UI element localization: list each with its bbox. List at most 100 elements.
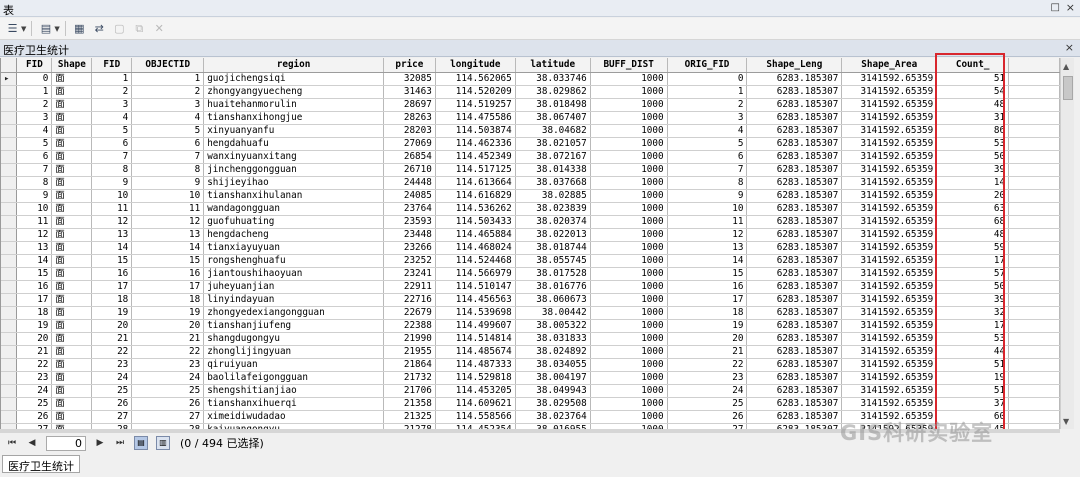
table-cell[interactable]: 3141592.65359 xyxy=(841,371,938,385)
column-header-orig-fid[interactable]: ORIG_FID xyxy=(667,58,748,73)
table-cell[interactable]: 1000 xyxy=(590,358,668,372)
table-cell[interactable]: 3 xyxy=(667,111,748,125)
scroll-down-icon[interactable]: ▼ xyxy=(1063,417,1069,426)
row-selector[interactable] xyxy=(1,306,18,320)
table-cell[interactable]: jinchenggongguan xyxy=(203,163,384,177)
row-selector[interactable] xyxy=(1,228,18,242)
table-cell[interactable]: 1000 xyxy=(590,111,668,125)
table-cell[interactable]: 1 xyxy=(91,72,133,86)
table-cell[interactable]: 12 xyxy=(91,215,133,229)
table-cell[interactable]: shengshitianjiao xyxy=(203,384,384,398)
table-cell[interactable]: 32 xyxy=(936,306,1010,320)
table-cell[interactable]: 51 xyxy=(936,72,1010,86)
table-cell[interactable]: 9 xyxy=(16,189,53,203)
table-cell[interactable]: 20 xyxy=(667,332,748,346)
table-row[interactable]: 12 面 13 13 hengdacheng 23448 114.465884 38.0220… xyxy=(1,228,1060,242)
select-by-attributes-icon[interactable]: ▦ xyxy=(71,20,88,37)
table-cell[interactable]: 3141592.65359 xyxy=(841,215,938,229)
table-cell[interactable]: 2 xyxy=(91,85,133,99)
table-cell[interactable]: 38.055745 xyxy=(515,254,591,268)
table-cell[interactable]: 3141592.65359 xyxy=(841,267,938,281)
table-cell[interactable]: 1000 xyxy=(590,215,668,229)
row-selector[interactable] xyxy=(1,267,18,281)
table-cell[interactable]: 6283.185307 xyxy=(746,280,843,294)
row-selector[interactable] xyxy=(1,85,18,99)
table-cell[interactable]: 面 xyxy=(51,189,93,203)
table-cell[interactable]: zhongyangyuecheng xyxy=(203,85,384,99)
table-cell[interactable]: 38.04682 xyxy=(515,124,591,138)
table-cell[interactable]: 1000 xyxy=(590,72,668,86)
row-selector[interactable] xyxy=(1,280,18,294)
table-cell[interactable]: 8 xyxy=(131,163,205,177)
table-cell[interactable]: 38.017528 xyxy=(515,267,591,281)
table-cell[interactable]: 12 xyxy=(667,228,748,242)
table-cell[interactable]: 114.465884 xyxy=(435,228,516,242)
table-cell[interactable]: 114.503433 xyxy=(435,215,516,229)
table-cell[interactable]: 17 xyxy=(131,280,205,294)
table-cell[interactable]: 面 xyxy=(51,384,93,398)
table-cell[interactable]: 2 xyxy=(667,98,748,112)
table-cell[interactable]: 114.562065 xyxy=(435,72,516,86)
table-cell[interactable]: 面 xyxy=(51,397,93,411)
table-cell[interactable]: 3141592.65359 xyxy=(841,72,938,86)
table-cell[interactable]: 20 xyxy=(16,332,53,346)
table-cell[interactable]: 1000 xyxy=(590,332,668,346)
table-cell[interactable]: 86 xyxy=(936,124,1010,138)
table-cell[interactable]: 114.503874 xyxy=(435,124,516,138)
table-cell[interactable]: 3141592.65359 xyxy=(841,306,938,320)
column-header-longitude[interactable]: longitude xyxy=(435,58,516,73)
table-cell[interactable]: 3141592.65359 xyxy=(841,358,938,372)
tab-title[interactable]: 医疗卫生统计 xyxy=(3,42,69,58)
table-cell[interactable]: 16 xyxy=(16,280,53,294)
table-cell[interactable]: 27 xyxy=(91,410,133,424)
table-cell[interactable]: 114.519257 xyxy=(435,98,516,112)
table-cell[interactable]: 9 xyxy=(667,189,748,203)
table-cell[interactable]: 114.520209 xyxy=(435,85,516,99)
chevron-down-icon[interactable]: ▼ xyxy=(54,25,59,33)
table-cell[interactable]: 38.072167 xyxy=(515,150,591,164)
table-cell[interactable]: 1 xyxy=(16,85,53,99)
table-cell[interactable]: 31 xyxy=(936,111,1010,125)
table-row[interactable]: 1 面 2 2 zhongyangyuecheng 31463 114.520209 38.0… xyxy=(1,85,1060,99)
table-cell[interactable]: 24 xyxy=(131,371,205,385)
table-cell[interactable]: 面 xyxy=(51,163,93,177)
row-selector[interactable] xyxy=(1,72,18,86)
row-selector[interactable] xyxy=(1,189,18,203)
table-cell[interactable]: shangdugongyu xyxy=(203,332,384,346)
table-cell[interactable]: 16 xyxy=(667,280,748,294)
table-cell[interactable]: 18 xyxy=(667,306,748,320)
table-cell[interactable]: 面 xyxy=(51,85,93,99)
table-cell[interactable]: 11 xyxy=(131,202,205,216)
table-cell[interactable]: baolilafeigongguan xyxy=(203,371,384,385)
table-cell[interactable]: 23448 xyxy=(383,228,436,242)
table-cell[interactable]: 17 xyxy=(91,280,133,294)
table-cell[interactable]: 38.031833 xyxy=(515,332,591,346)
table-cell[interactable]: 13 xyxy=(16,241,53,255)
table-cell[interactable]: 22388 xyxy=(383,319,436,333)
table-cell[interactable]: 7 xyxy=(667,163,748,177)
table-options-icon[interactable]: ☰ xyxy=(4,20,21,37)
table-cell[interactable]: 9 xyxy=(131,176,205,190)
table-cell[interactable]: 1000 xyxy=(590,202,668,216)
row-selector[interactable] xyxy=(1,163,18,177)
table-cell[interactable]: 114.510147 xyxy=(435,280,516,294)
table-cell[interactable]: 23 xyxy=(16,371,53,385)
table-cell[interactable]: 面 xyxy=(51,319,93,333)
table-cell[interactable]: 1000 xyxy=(590,124,668,138)
table-cell[interactable]: 面 xyxy=(51,358,93,372)
table-cell[interactable]: 6283.185307 xyxy=(746,111,843,125)
table-cell[interactable]: 6283.185307 xyxy=(746,215,843,229)
table-cell[interactable]: 8 xyxy=(91,163,133,177)
table-cell[interactable]: 6283.185307 xyxy=(746,371,843,385)
column-header-buff-dist[interactable]: BUFF_DIST xyxy=(590,58,668,73)
table-cell[interactable]: 28203 xyxy=(383,124,436,138)
table-row[interactable]: 5 面 6 6 hengdahuafu 27069 114.462336 38.021057 1… xyxy=(1,137,1060,151)
table-cell[interactable]: xinyuanyanfu xyxy=(203,124,384,138)
bottom-table-tab[interactable]: 医疗卫生统计 xyxy=(2,455,80,473)
table-cell[interactable]: 10 xyxy=(91,189,133,203)
table-cell[interactable]: 6283.185307 xyxy=(746,176,843,190)
table-cell[interactable]: 面 xyxy=(51,72,93,86)
table-cell[interactable]: 1000 xyxy=(590,85,668,99)
table-cell[interactable]: 114.468024 xyxy=(435,241,516,255)
table-row[interactable]: 9 面 10 10 tianshanxihulanan 24085 114.616829 38… xyxy=(1,189,1060,203)
